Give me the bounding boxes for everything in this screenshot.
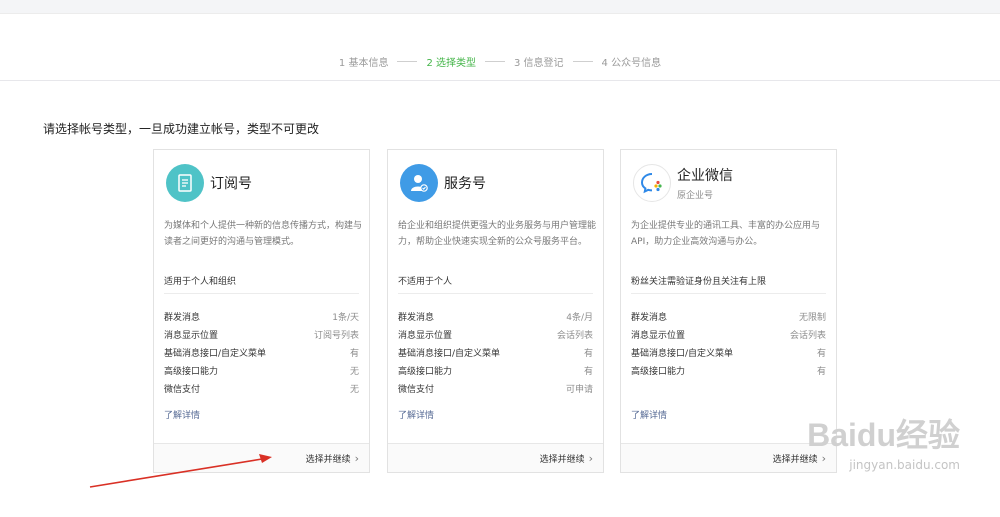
baidu-watermark: Baidu经验 jingyan.baidu.com <box>807 410 960 472</box>
watermark-url: jingyan.baidu.com <box>849 458 960 472</box>
watermark-brand: Baidu经验 <box>807 417 960 453</box>
